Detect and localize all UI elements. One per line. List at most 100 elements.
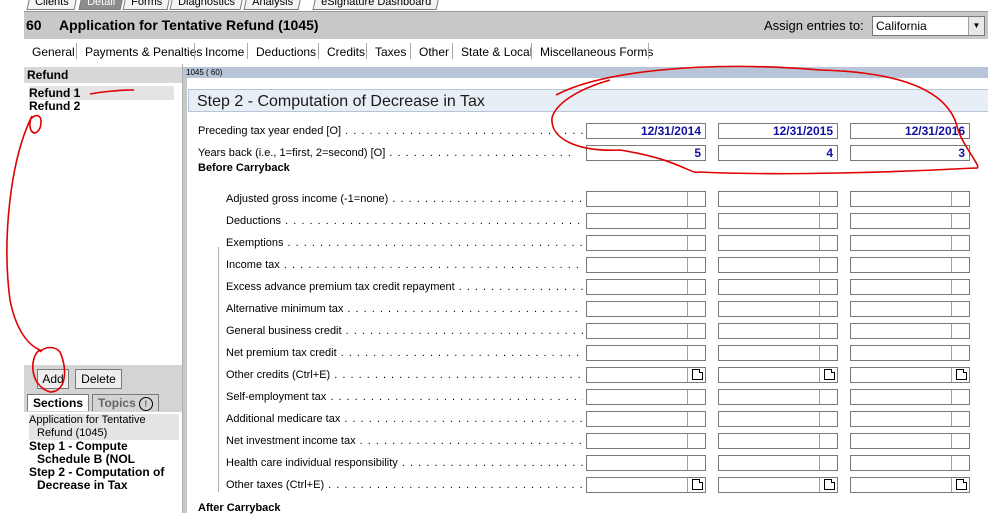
amount-field[interactable]: [586, 301, 706, 317]
category-other[interactable]: Other: [419, 45, 449, 59]
amount-field[interactable]: [850, 235, 970, 251]
field-label: Self-employment tax . . . . . . . . . . …: [226, 391, 583, 403]
amount-field[interactable]: [586, 455, 706, 471]
category-taxes[interactable]: Taxes: [375, 45, 406, 59]
amount-field[interactable]: [718, 411, 838, 427]
section-item[interactable]: Application for Tentative Refund (1045): [29, 414, 179, 440]
note-icon[interactable]: [956, 479, 967, 490]
category-misc-forms[interactable]: Miscellaneous Forms: [540, 45, 653, 59]
amount-field[interactable]: [718, 433, 838, 449]
divider: [76, 43, 77, 59]
divider: [366, 43, 367, 59]
divider: [819, 412, 820, 426]
divider: [951, 280, 952, 294]
note-icon[interactable]: [824, 369, 835, 380]
amount-field[interactable]: [718, 455, 838, 471]
years-back-field[interactable]: 5: [586, 145, 706, 161]
section-item[interactable]: Step 1 - Compute Schedule B (NOL: [29, 440, 179, 466]
left-panel: Refund Refund 1 Refund 2 Add Delete Sect…: [24, 64, 183, 513]
amount-field[interactable]: [850, 367, 970, 383]
amount-field[interactable]: [718, 367, 838, 383]
note-icon[interactable]: [824, 479, 835, 490]
tab-analysis[interactable]: Analysis: [243, 0, 302, 10]
amount-field[interactable]: [850, 477, 970, 493]
years-back-field[interactable]: 3: [850, 145, 970, 161]
amount-field[interactable]: [718, 477, 838, 493]
amount-field[interactable]: [586, 345, 706, 361]
amount-field[interactable]: [718, 235, 838, 251]
divider: [951, 390, 952, 404]
section-item[interactable]: Step 2 - Computation of Decrease in Tax: [29, 466, 179, 492]
tab-detail[interactable]: Detail: [78, 0, 124, 10]
amount-field[interactable]: [586, 191, 706, 207]
amount-field[interactable]: [850, 257, 970, 273]
amount-field[interactable]: [850, 433, 970, 449]
amount-field[interactable]: [850, 389, 970, 405]
year-ended-field[interactable]: 12/31/2016: [850, 123, 970, 139]
divider: [247, 43, 248, 59]
amount-field[interactable]: [718, 257, 838, 273]
tab-forms[interactable]: Forms: [122, 0, 171, 10]
refund-list-item[interactable]: Refund 1: [29, 86, 174, 100]
amount-field[interactable]: [718, 345, 838, 361]
category-payments-penalties[interactable]: Payments & Penalties: [85, 45, 202, 59]
amount-field[interactable]: [586, 389, 706, 405]
field-label: Deductions . . . . . . . . . . . . . . .…: [226, 215, 583, 227]
divider: [819, 280, 820, 294]
tab-diagnostics[interactable]: Diagnostics: [169, 0, 244, 10]
amount-field[interactable]: [718, 389, 838, 405]
divider: [687, 368, 688, 382]
amount-field[interactable]: [586, 477, 706, 493]
add-button[interactable]: Add: [37, 369, 69, 389]
amount-field[interactable]: [850, 455, 970, 471]
amount-field[interactable]: [850, 213, 970, 229]
note-icon[interactable]: [692, 369, 703, 380]
amount-field[interactable]: [586, 279, 706, 295]
amount-field[interactable]: [718, 323, 838, 339]
amount-field[interactable]: [718, 301, 838, 317]
amount-field[interactable]: [850, 345, 970, 361]
field-label: Net investment income tax . . . . . . . …: [226, 435, 583, 447]
delete-button[interactable]: Delete: [75, 369, 122, 389]
assign-entries-value: California: [876, 19, 927, 33]
amount-field[interactable]: [850, 323, 970, 339]
category-nav: General Payments & Penalties Income Dedu…: [24, 39, 988, 65]
tab-clients[interactable]: Clients: [26, 0, 78, 10]
amount-field[interactable]: [850, 191, 970, 207]
help-icon[interactable]: !: [138, 396, 153, 411]
amount-field[interactable]: [718, 191, 838, 207]
category-general[interactable]: General: [32, 45, 75, 59]
note-icon[interactable]: [956, 369, 967, 380]
refund-list-item[interactable]: Refund 2: [29, 99, 80, 113]
year-ended-field[interactable]: 12/31/2014: [586, 123, 706, 139]
years-back-field[interactable]: 4: [718, 145, 838, 161]
note-icon[interactable]: [692, 479, 703, 490]
category-deductions[interactable]: Deductions: [256, 45, 316, 59]
amount-field[interactable]: [586, 235, 706, 251]
assign-entries-select[interactable]: California ▼: [872, 16, 985, 36]
divider: [819, 478, 820, 492]
divider: [687, 478, 688, 492]
tab-sections[interactable]: Sections: [27, 394, 90, 411]
tab-topics[interactable]: Topics!: [92, 394, 159, 411]
amount-field[interactable]: [850, 301, 970, 317]
amount-field[interactable]: [850, 279, 970, 295]
amount-field[interactable]: [586, 323, 706, 339]
year-ended-field[interactable]: 12/31/2015: [718, 123, 838, 139]
chevron-down-icon[interactable]: ▼: [968, 17, 984, 35]
amount-field[interactable]: [718, 213, 838, 229]
field-label: Other taxes (Ctrl+E) . . . . . . . . . .…: [226, 479, 583, 491]
category-credits[interactable]: Credits: [327, 45, 365, 59]
amount-field[interactable]: [586, 367, 706, 383]
category-state-local[interactable]: State & Local: [461, 45, 532, 59]
amount-field[interactable]: [586, 213, 706, 229]
amount-field[interactable]: [586, 411, 706, 427]
amount-field[interactable]: [850, 411, 970, 427]
category-income[interactable]: Income: [205, 45, 244, 59]
amount-field[interactable]: [586, 257, 706, 273]
field-label: Income tax . . . . . . . . . . . . . . .…: [226, 259, 583, 271]
tab-esignature-dashboard[interactable]: eSignature Dashboard: [312, 0, 440, 10]
amount-field[interactable]: [718, 279, 838, 295]
amount-field[interactable]: [586, 433, 706, 449]
divider: [687, 456, 688, 470]
